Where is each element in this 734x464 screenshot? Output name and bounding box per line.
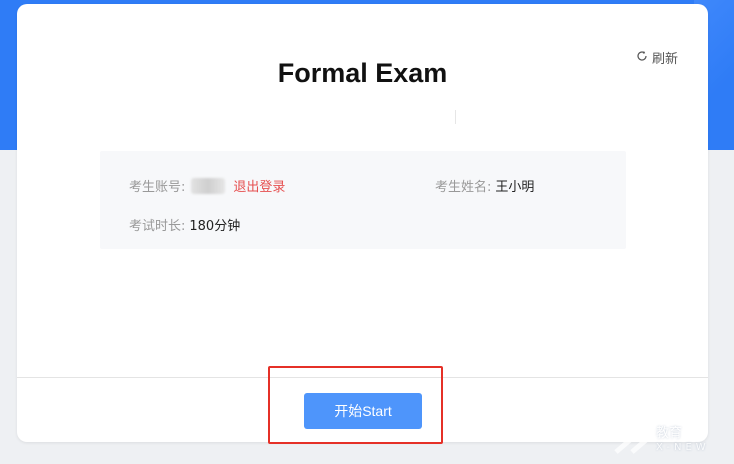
start-button[interactable]: 开始Start (304, 393, 422, 429)
divider (455, 110, 456, 124)
candidate-info-panel: 考生账号: 退出登录 考生姓名: 王小明 考试时长: 180分钟 (100, 151, 626, 249)
duration-value: 180分钟 (189, 219, 241, 234)
name-row: 考生姓名: 王小明 (435, 176, 534, 195)
name-label: 考生姓名: (435, 180, 492, 195)
duration-row: 考试时长: 180分钟 (129, 215, 240, 234)
name-value: 王小明 (495, 180, 535, 195)
watermark-sub: X-NEW (656, 442, 710, 453)
watermark: 教育 X-NEW (612, 420, 730, 460)
footer-divider (17, 377, 708, 378)
watermark-logo-icon (614, 426, 649, 454)
account-label: 考生账号: (129, 180, 186, 195)
page-title: Formal Exam (277, 58, 448, 88)
duration-label: 考试时长: (129, 219, 186, 234)
account-value-masked (191, 177, 226, 194)
account-row: 考生账号: 退出登录 (129, 176, 285, 195)
watermark-brand: 教育 (656, 426, 683, 441)
exam-card: 刷新 Formal Exam 考生账号: 退出登录 考生姓名: 王小明 考试时长… (17, 4, 708, 442)
logout-link[interactable]: 退出登录 (233, 176, 285, 195)
